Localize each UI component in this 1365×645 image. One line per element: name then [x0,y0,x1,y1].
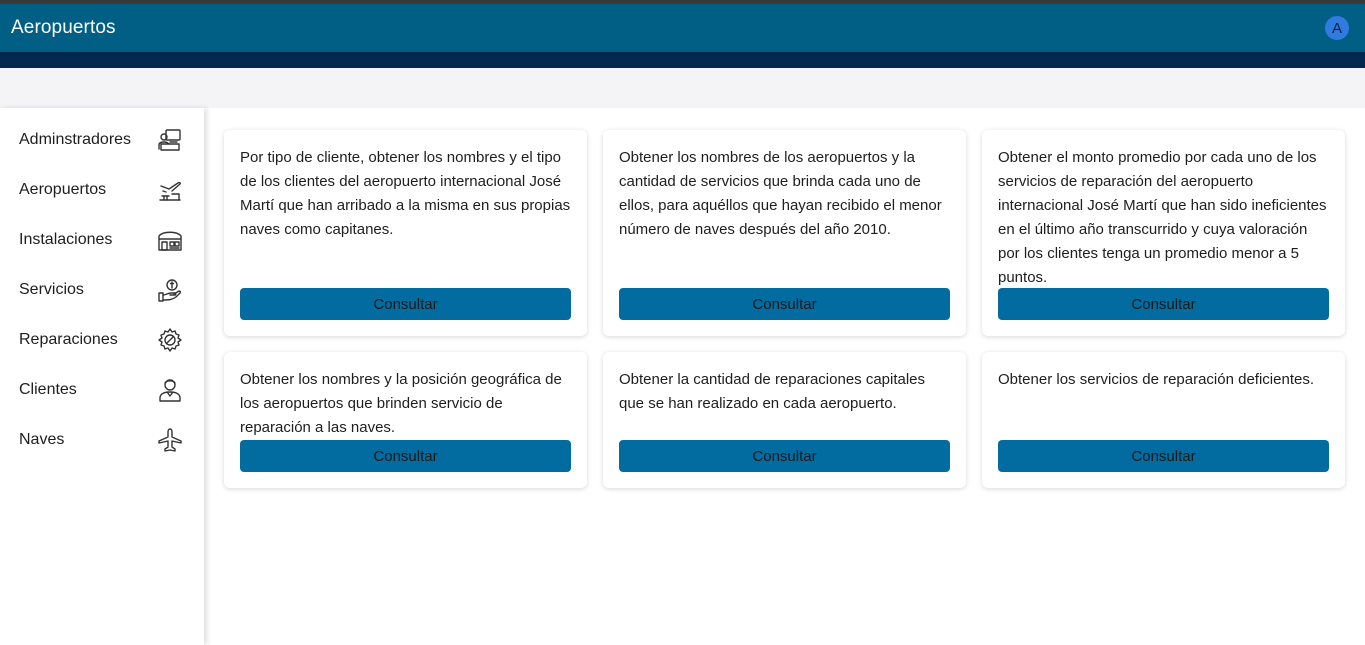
sidebar-item-label: Aeropuertos [19,181,107,198]
sidebar: Adminstradores Aeropuertos Instalaciones… [0,108,204,645]
sidebar-item-servicios[interactable]: Servicios [0,265,204,315]
sidebar-item-label: Servicios [19,281,84,298]
consultar-button[interactable]: Consultar [619,288,950,320]
query-description: Obtener el monto promedio por cada uno d… [998,149,1327,286]
app-bar: Aeropuertos A [0,4,1365,52]
sidebar-item-naves[interactable]: Naves [0,415,204,465]
sidebar-item-aeropuertos[interactable]: Aeropuertos [0,165,204,215]
query-card: Obtener los nombres de los aeropuertos y… [603,130,966,336]
airport-tower-icon [156,176,184,204]
sidebar-item-instalaciones[interactable]: Instalaciones [0,215,204,265]
query-card: Obtener la cantidad de reparaciones capi… [603,352,966,488]
hand-coin-icon [156,276,184,304]
query-description: Obtener los nombres de los aeropuertos y… [619,149,942,238]
query-description: Obtener la cantidad de reparaciones capi… [619,371,926,412]
sidebar-item-label: Instalaciones [19,231,113,248]
sidebar-item-adminstradores[interactable]: Adminstradores [0,115,204,165]
query-card: Por tipo de cliente, obtener los nombres… [224,130,587,336]
query-description: Obtener los servicios de reparación defi… [998,371,1314,388]
consultar-button[interactable]: Consultar [998,288,1329,320]
app-title: Aeropuertos [11,17,116,38]
query-card: Obtener los nombres y la posición geográ… [224,352,587,488]
sidebar-item-label: Naves [19,431,65,448]
sidebar-item-label: Adminstradores [19,131,132,148]
query-card: Obtener los servicios de reparación defi… [982,352,1345,488]
app-sub-bar [0,52,1365,68]
sidebar-item-reparaciones[interactable]: Reparaciones [0,315,204,365]
admin-desk-icon [156,126,184,154]
consultar-button[interactable]: Consultar [998,440,1329,472]
query-grid: Por tipo de cliente, obtener los nombres… [224,130,1346,488]
query-description: Por tipo de cliente, obtener los nombres… [240,149,571,238]
sidebar-item-clientes[interactable]: Clientes [0,365,204,415]
query-description: Obtener los nombres y la posición geográ… [240,371,562,436]
consultar-button[interactable]: Consultar [240,288,571,320]
consultar-button[interactable]: Consultar [240,440,571,472]
consultar-button[interactable]: Consultar [619,440,950,472]
query-card: Obtener el monto promedio por cada uno d… [982,130,1345,336]
toolbar-strip [0,68,1365,108]
building-icon [156,226,184,254]
sidebar-item-label: Reparaciones [19,331,118,348]
sidebar-item-label: Clientes [19,381,77,398]
user-avatar[interactable]: A [1325,16,1349,40]
person-icon [156,376,184,404]
airplane-icon [156,426,184,454]
gear-wrench-icon [156,326,184,354]
